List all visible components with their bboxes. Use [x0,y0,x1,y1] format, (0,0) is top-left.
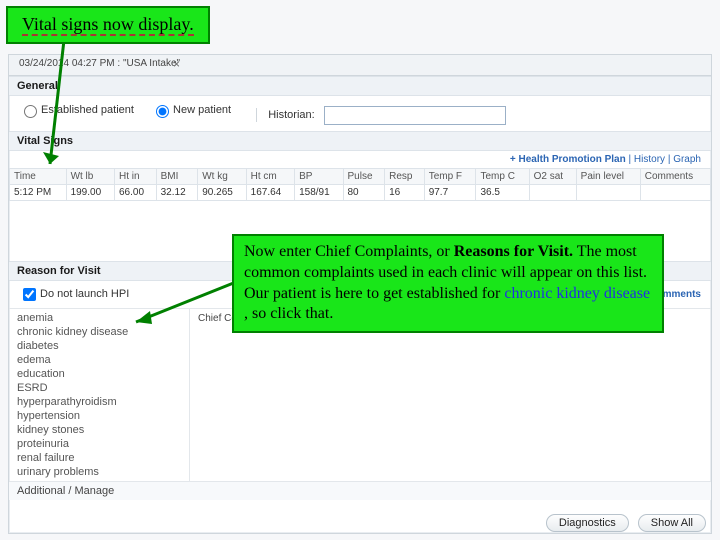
radio-established-label: Established patient [41,104,134,116]
list-item[interactable]: urinary problems [9,465,189,479]
hpi-checkbox-input[interactable] [23,288,36,301]
vitals-cell: 90.265 [198,184,246,200]
list-item[interactable]: anemia [9,311,189,325]
list-item[interactable]: hypertension [9,409,189,423]
list-item[interactable]: hyperparathyroidism [9,395,189,409]
vitals-col-header: BMI [156,168,198,184]
list-item[interactable]: ESRD [9,381,189,395]
showall-button[interactable]: Show All [638,514,706,532]
callout-complaints-link: chronic kidney disease [504,285,650,302]
vitals-col-header: Wt lb [66,168,114,184]
vitals-cell: 16 [385,184,425,200]
vitals-col-header: Temp C [476,168,529,184]
vitals-cell: 158/91 [295,184,343,200]
radio-established[interactable]: Established patient [19,102,134,118]
vitals-col-header: Time [10,168,67,184]
historian-input[interactable] [324,106,506,125]
vitals-col-header: Pulse [343,168,385,184]
callout-vitals-display: Vital signs now display. [6,6,210,44]
vitals-cell: 66.00 [114,184,156,200]
vitals-cell [529,184,576,200]
radio-new[interactable]: New patient [151,102,231,118]
section-general-header: General [9,76,711,96]
vitals-cell: 5:12 PM [10,184,67,200]
vitals-col-header: Ht cm [246,168,294,184]
section-vitals-header: Vital Signs [9,131,711,151]
list-item[interactable]: kidney stones [9,423,189,437]
vitals-col-header: Comments [640,168,710,184]
radio-new-label: New patient [173,104,231,116]
rfv-main: Chief Complaint [190,309,711,481]
vitals-col-header: O2 sat [529,168,576,184]
callout-complaints-pre: Now enter Chief Complaints, or [244,243,454,260]
footer-buttons: Diagnostics Show All [540,514,706,532]
history-link[interactable]: History [634,154,665,165]
diagnostics-button[interactable]: Diagnostics [546,514,629,532]
close-icon[interactable]: × [173,57,180,71]
vitals-col-header: BP [295,168,343,184]
visit-tab-label[interactable]: 03/24/2014 04:27 PM : "USA Intake" [19,58,180,69]
callout-complaints-bold: Reasons for Visit. [454,243,573,260]
callout-vitals-text: Vital signs now display. [22,14,194,36]
vitals-cell: 97.7 [424,184,476,200]
hpi-checkbox[interactable]: Do not launch HPI [19,285,129,304]
vitals-col-header: Wt kg [198,168,246,184]
vitals-cell [576,184,640,200]
patient-type-row: Established patient New patient Historia… [9,96,711,131]
complaints-list: anemiachronic kidney diseasediabetesedem… [9,309,190,481]
vitals-col-header: Pain level [576,168,640,184]
callout-complaints: Now enter Chief Complaints, or Reasons f… [232,234,664,333]
tab-bar: 03/24/2014 04:27 PM : "USA Intake" × [9,55,711,76]
vitals-col-header: Ht in [114,168,156,184]
graph-link[interactable]: Graph [673,154,701,165]
health-plan-link[interactable]: + Health Promotion Plan [510,154,626,165]
additional-manage[interactable]: Additional / Manage [9,481,711,500]
vitals-cell: 167.64 [246,184,294,200]
list-item[interactable]: diabetes [9,339,189,353]
callout-complaints-post: , so click that. [244,305,333,322]
vitals-cell: 199.00 [66,184,114,200]
vitals-cell [640,184,710,200]
radio-new-input[interactable] [156,105,169,118]
historian-label: Historian: [268,109,314,121]
divider [256,108,257,122]
vitals-cell: 32.12 [156,184,198,200]
list-item[interactable]: renal failure [9,451,189,465]
vitals-col-header: Temp F [424,168,476,184]
vitals-links: + Health Promotion Plan | History | Grap… [9,151,711,168]
vitals-cell: 80 [343,184,385,200]
radio-established-input[interactable] [24,105,37,118]
list-item[interactable]: education [9,367,189,381]
list-item[interactable]: proteinuria [9,437,189,451]
table-row[interactable]: 5:12 PM199.0066.0032.1290.265167.64158/9… [10,184,711,200]
rfv-body: anemiachronic kidney diseasediabetesedem… [9,309,711,481]
hpi-checkbox-label: Do not launch HPI [40,288,129,300]
vitals-table: TimeWt lbHt inBMIWt kgHt cmBPPulseRespTe… [9,168,711,201]
vitals-cell: 36.5 [476,184,529,200]
list-item[interactable]: edema [9,353,189,367]
vitals-col-header: Resp [385,168,425,184]
list-item[interactable]: chronic kidney disease [9,325,189,339]
